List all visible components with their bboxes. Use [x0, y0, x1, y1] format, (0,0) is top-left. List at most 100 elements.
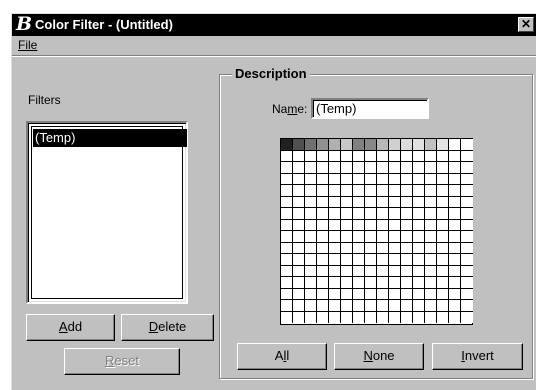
color-cell[interactable]: [293, 150, 305, 162]
color-cell[interactable]: [365, 300, 377, 312]
color-cell[interactable]: [461, 311, 473, 323]
color-cell[interactable]: [449, 208, 461, 220]
color-cell[interactable]: [305, 150, 317, 162]
color-cell[interactable]: [413, 242, 425, 254]
color-cell[interactable]: [281, 208, 293, 220]
color-cell[interactable]: [437, 150, 449, 162]
color-cell[interactable]: [353, 277, 365, 289]
color-cell[interactable]: [293, 277, 305, 289]
color-cell[interactable]: [377, 277, 389, 289]
color-cell[interactable]: [353, 231, 365, 243]
color-cell[interactable]: [389, 277, 401, 289]
color-cell[interactable]: [425, 277, 437, 289]
color-cell[interactable]: [413, 231, 425, 243]
color-cell[interactable]: [329, 185, 341, 197]
color-cell[interactable]: [401, 150, 413, 162]
color-cell[interactable]: [305, 219, 317, 231]
color-cell[interactable]: [281, 242, 293, 254]
color-cell[interactable]: [329, 231, 341, 243]
color-cell[interactable]: [365, 311, 377, 323]
color-cell[interactable]: [305, 196, 317, 208]
color-cell[interactable]: [341, 139, 353, 151]
color-cell[interactable]: [437, 254, 449, 266]
color-cell[interactable]: [377, 196, 389, 208]
color-cell[interactable]: [425, 300, 437, 312]
color-cell[interactable]: [437, 208, 449, 220]
color-cell[interactable]: [353, 219, 365, 231]
color-cell[interactable]: [281, 162, 293, 174]
delete-button[interactable]: Delete: [121, 314, 214, 341]
color-cell[interactable]: [293, 208, 305, 220]
color-cell[interactable]: [461, 162, 473, 174]
color-cell[interactable]: [341, 150, 353, 162]
color-cell[interactable]: [437, 288, 449, 300]
color-cell[interactable]: [461, 219, 473, 231]
color-cell[interactable]: [401, 231, 413, 243]
color-cell[interactable]: [413, 173, 425, 185]
color-cell[interactable]: [437, 300, 449, 312]
color-cell[interactable]: [449, 311, 461, 323]
none-button[interactable]: None: [334, 343, 424, 370]
color-cell[interactable]: [305, 300, 317, 312]
color-cell[interactable]: [461, 265, 473, 277]
color-cell[interactable]: [461, 277, 473, 289]
color-cell[interactable]: [293, 173, 305, 185]
color-cell[interactable]: [437, 311, 449, 323]
color-cell[interactable]: [365, 162, 377, 174]
color-cell[interactable]: [425, 162, 437, 174]
color-cell[interactable]: [293, 219, 305, 231]
color-grid[interactable]: [280, 138, 473, 325]
color-cell[interactable]: [329, 219, 341, 231]
color-cell[interactable]: [329, 311, 341, 323]
color-cell[interactable]: [329, 162, 341, 174]
name-input[interactable]: (Temp): [311, 98, 429, 119]
color-cell[interactable]: [305, 173, 317, 185]
color-cell[interactable]: [329, 242, 341, 254]
color-cell[interactable]: [413, 150, 425, 162]
color-cell[interactable]: [377, 231, 389, 243]
color-cell[interactable]: [461, 254, 473, 266]
color-cell[interactable]: [425, 219, 437, 231]
color-cell[interactable]: [341, 196, 353, 208]
color-cell[interactable]: [353, 311, 365, 323]
color-cell[interactable]: [281, 150, 293, 162]
color-cell[interactable]: [329, 208, 341, 220]
color-cell[interactable]: [425, 150, 437, 162]
color-cell[interactable]: [449, 265, 461, 277]
color-cell[interactable]: [437, 185, 449, 197]
color-cell[interactable]: [305, 265, 317, 277]
color-cell[interactable]: [305, 277, 317, 289]
color-cell[interactable]: [329, 254, 341, 266]
color-cell[interactable]: [425, 139, 437, 151]
color-cell[interactable]: [329, 265, 341, 277]
color-cell[interactable]: [389, 196, 401, 208]
color-cell[interactable]: [341, 219, 353, 231]
color-cell[interactable]: [401, 254, 413, 266]
color-cell[interactable]: [353, 139, 365, 151]
color-cell[interactable]: [305, 288, 317, 300]
color-cell[interactable]: [341, 231, 353, 243]
color-cell[interactable]: [377, 173, 389, 185]
color-cell[interactable]: [401, 162, 413, 174]
color-cell[interactable]: [437, 265, 449, 277]
color-cell[interactable]: [461, 242, 473, 254]
reset-button[interactable]: Reset: [64, 348, 180, 375]
color-cell[interactable]: [317, 265, 329, 277]
color-cell[interactable]: [377, 219, 389, 231]
color-cell[interactable]: [305, 208, 317, 220]
color-cell[interactable]: [461, 300, 473, 312]
color-cell[interactable]: [389, 162, 401, 174]
color-cell[interactable]: [377, 311, 389, 323]
color-cell[interactable]: [341, 173, 353, 185]
color-cell[interactable]: [413, 265, 425, 277]
color-cell[interactable]: [341, 242, 353, 254]
color-cell[interactable]: [317, 185, 329, 197]
color-cell[interactable]: [317, 311, 329, 323]
color-cell[interactable]: [329, 277, 341, 289]
color-cell[interactable]: [341, 277, 353, 289]
color-cell[interactable]: [281, 277, 293, 289]
color-cell[interactable]: [317, 196, 329, 208]
color-cell[interactable]: [389, 311, 401, 323]
color-cell[interactable]: [329, 173, 341, 185]
color-cell[interactable]: [425, 311, 437, 323]
